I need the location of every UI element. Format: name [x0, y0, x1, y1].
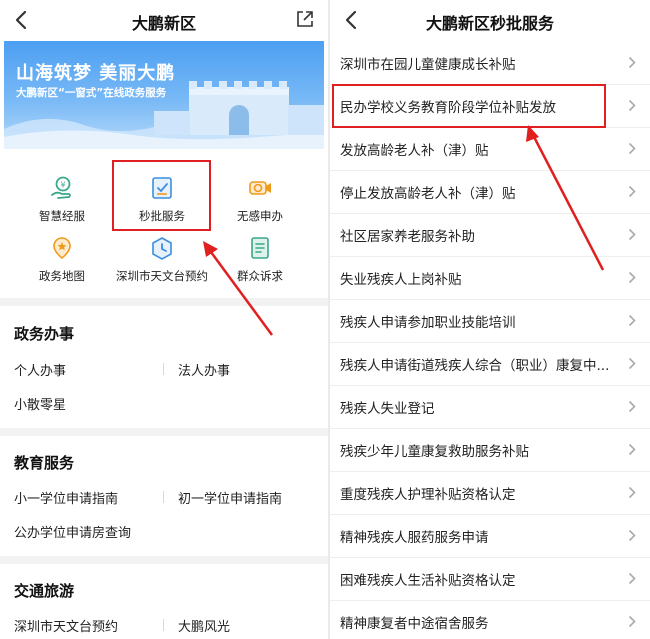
service-item-label: 残疾人申请参加职业技能培训 [340, 315, 516, 331]
chevron-right-icon [628, 615, 636, 628]
service-list-item[interactable]: 社区居家养老服务补助 [330, 213, 650, 257]
left-screen: 大鹏新区 山海筑梦 美丽大鹏 大鹏新区“一窗式”在线政务服务 ¥ 智慧经服 秒批… [0, 0, 328, 639]
grid-label: 智慧经服 [39, 209, 85, 223]
service-item-label: 停止发放高龄老人补（津）贴 [340, 186, 516, 202]
chevron-right-icon [628, 271, 636, 284]
money-hand-icon: ¥ [51, 176, 71, 199]
separator [163, 619, 164, 631]
chevron-right-icon [628, 357, 636, 370]
service-list-item[interactable]: 困难残疾人生活补贴资格认定 [330, 557, 650, 601]
page-title: 大鹏新区 [131, 14, 196, 33]
service-item-label: 社区居家养老服务补助 [340, 229, 475, 245]
service-list-item[interactable]: 停止发放高龄老人补（津）贴 [330, 170, 650, 214]
service-list-item[interactable]: 残疾人申请街道残疾人综合（职业）康复中... [330, 342, 650, 386]
link-small-works[interactable]: 小散零星 [14, 394, 66, 413]
service-item-label: 精神残疾人服药服务申请 [340, 530, 489, 546]
chevron-right-icon [628, 529, 636, 542]
map-pin-icon [53, 237, 71, 260]
service-item-label: 困难残疾人生活补贴资格认定 [340, 573, 516, 589]
separator [163, 491, 164, 503]
grid-item-observatory-booking[interactable]: 深圳市天文台预约 [112, 235, 212, 295]
link-corporate-affairs[interactable]: 法人办事 [178, 360, 230, 379]
grid-item-public-appeal[interactable]: 群众诉求 [210, 235, 310, 295]
grid-label: 深圳市天文台预约 [116, 269, 208, 283]
service-list-item[interactable]: 残疾少年儿童康复救助服务补贴 [330, 428, 650, 472]
link-personal-affairs[interactable]: 个人办事 [14, 360, 66, 379]
service-list-item[interactable]: 精神残疾人服药服务申请 [330, 514, 650, 558]
service-item-label: 重度残疾人护理补贴资格认定 [340, 487, 516, 503]
top-bar: 大鹏新区秒批服务 [330, 0, 650, 40]
share-icon[interactable] [294, 8, 316, 30]
chevron-right-icon [628, 443, 636, 456]
chevron-right-icon [628, 142, 636, 155]
section-title-education: 教育服务 [14, 454, 75, 472]
grid-label: 群众诉求 [237, 269, 283, 283]
section-title-transport: 交通旅游 [14, 582, 75, 600]
service-list-item[interactable]: 失业残疾人上岗补贴 [330, 256, 650, 300]
chevron-right-icon [628, 486, 636, 499]
link-observatory[interactable]: 深圳市天文台预约 [14, 616, 118, 635]
grid-item-seamless-apply[interactable]: 无感申办 [210, 175, 310, 235]
link-junior-guide[interactable]: 初一学位申请指南 [178, 488, 282, 507]
chevron-right-icon [628, 99, 636, 112]
link-dapeng-scenery[interactable]: 大鹏风光 [178, 616, 230, 635]
clock-icon [152, 237, 172, 260]
banner-subtitle: 大鹏新区“一窗式”在线政务服务 [16, 87, 167, 99]
chevron-right-icon [628, 228, 636, 241]
chevron-right-icon [628, 400, 636, 413]
service-item-label: 失业残疾人上岗补贴 [340, 272, 462, 288]
link-primary-guide[interactable]: 小一学位申请指南 [14, 488, 118, 507]
svg-text:¥: ¥ [60, 181, 65, 190]
service-item-label: 精神康复者中途宿舍服务 [340, 616, 489, 632]
grid-item-gov-map[interactable]: 政务地图 [12, 235, 112, 295]
service-item-label: 残疾人失业登记 [340, 401, 435, 417]
banner[interactable]: 山海筑梦 美丽大鹏 大鹏新区“一窗式”在线政务服务 [4, 41, 324, 149]
service-list-item[interactable]: 残疾人申请参加职业技能培训 [330, 299, 650, 343]
list-doc-icon [251, 237, 269, 259]
section-gap [0, 556, 328, 564]
chevron-right-icon [628, 572, 636, 585]
camera-icon [249, 181, 271, 195]
grid-label: 政务地图 [39, 269, 85, 283]
service-item-label: 残疾人申请街道残疾人综合（职业）康复中... [340, 358, 610, 374]
top-bar: 大鹏新区 [0, 0, 328, 40]
service-list-item[interactable]: 深圳市在园儿童健康成长补贴 [330, 41, 650, 85]
service-list-item[interactable]: 重度残疾人护理补贴资格认定 [330, 471, 650, 515]
chevron-right-icon [628, 314, 636, 327]
service-list-item[interactable]: 发放高龄老人补（津）贴 [330, 127, 650, 171]
link-housing-query[interactable]: 公办学位申请房查询 [14, 522, 131, 541]
section-gap [0, 298, 328, 306]
service-item-label: 残疾少年儿童康复救助服务补贴 [340, 444, 529, 460]
highlight-box [112, 160, 211, 231]
banner-title: 山海筑梦 美丽大鹏 [16, 63, 176, 84]
service-list-item[interactable]: 残疾人失业登记 [330, 385, 650, 429]
page-title: 大鹏新区秒批服务 [425, 14, 554, 33]
right-screen: 大鹏新区秒批服务 深圳市在园儿童健康成长补贴 民办学校义务教育阶段学位补贴发放 发放… [330, 0, 650, 639]
grid-label: 无感申办 [237, 209, 283, 223]
highlight-box [332, 84, 606, 128]
section-title-gov-affairs: 政务办事 [14, 325, 75, 343]
section-gap [0, 428, 328, 436]
chevron-right-icon [628, 185, 636, 198]
service-item-label: 发放高龄老人补（津）贴 [340, 143, 489, 159]
service-item-label: 深圳市在园儿童健康成长补贴 [340, 57, 516, 73]
chevron-right-icon [628, 56, 636, 69]
grid-item-smart-economy[interactable]: ¥ 智慧经服 [12, 175, 112, 235]
service-list-item[interactable]: 精神康复者中途宿舍服务 [330, 600, 650, 639]
separator [163, 363, 164, 375]
